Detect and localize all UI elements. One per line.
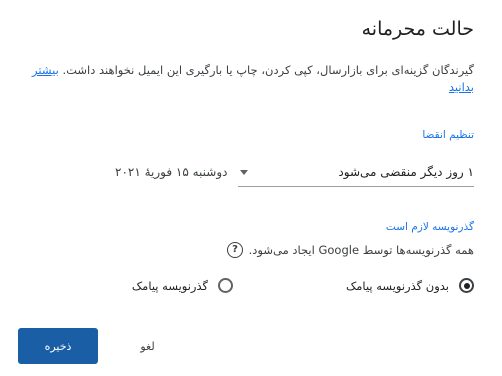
save-button[interactable]: ذخیره [18,328,98,364]
radio-no-sms-label: بدون گذرنویسه پیامک [345,278,449,293]
cancel-button[interactable]: لغو [125,328,170,364]
description-text: گیرندگان گزینه‌ای برای بازارسال، کپی کرد… [62,63,474,77]
dialog-description: گیرندگان گزینه‌ای برای بازارسال، کپی کرد… [26,62,474,96]
expiry-selected-value: ۱ روز دیگر منقضی می‌شود [338,165,474,179]
expiry-select[interactable]: ۱ روز دیگر منقضی می‌شود [238,158,474,187]
expiry-label: تنظیم انقضا [422,129,474,141]
dialog-title: حالت محرمانه [361,18,474,40]
radio-sms-label: گذرنویسه پیامک [131,278,208,293]
radio-sms-passcode[interactable]: گذرنویسه پیامک [132,278,233,293]
passcode-description: همه گذرنویسه‌ها توسط Google ایجاد می‌شود… [248,243,474,257]
radio-checked-icon [459,278,474,293]
help-icon[interactable]: ? [227,242,243,258]
expiry-date: دوشنبه ۱۵ فوریهٔ ۲۰۲۱ [115,165,228,179]
radio-unchecked-icon [218,278,233,293]
radio-no-sms-passcode[interactable]: بدون گذرنویسه پیامک [346,278,474,293]
confidential-mode-dialog: حالت محرمانه گیرندگان گزینه‌ای برای بازا… [0,0,502,376]
passcode-label: گذرنویسه لازم است [385,221,474,233]
dropdown-arrow-icon [240,169,248,175]
